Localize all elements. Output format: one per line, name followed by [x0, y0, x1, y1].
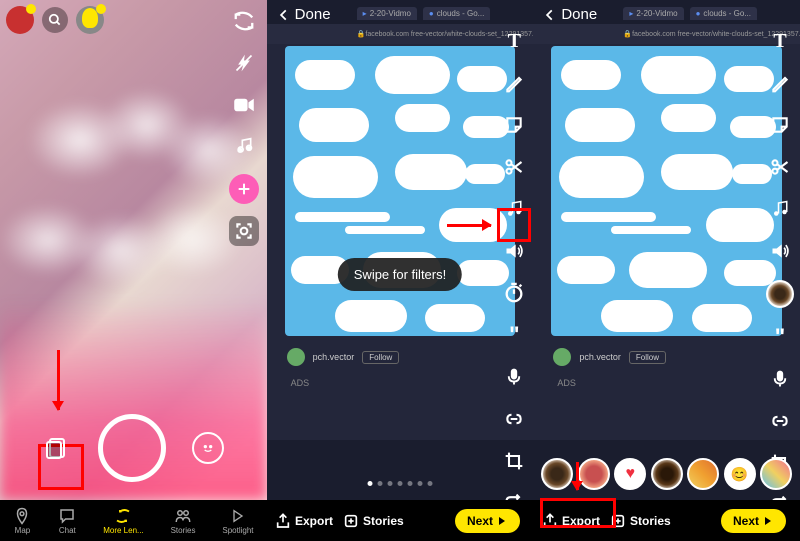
filter-option[interactable]: [651, 458, 683, 490]
browser-tab: ▸2-20-Vidmo: [623, 7, 683, 20]
url-bar: 🔒 facebook.com free-vector/white-clouds-…: [533, 24, 800, 44]
bottom-bar: Map Chat More Len... Stories Spotlight E…: [0, 500, 800, 541]
loop-tool-icon[interactable]: [501, 490, 527, 500]
flash-icon[interactable]: [229, 48, 259, 78]
stories-button[interactable]: Stories: [610, 513, 671, 529]
gallery-button[interactable]: [42, 433, 72, 463]
browser-tab: ▸2-20-Vidmo: [357, 7, 417, 20]
follow-button[interactable]: Follow: [362, 351, 399, 364]
link-tool-icon[interactable]: [767, 408, 793, 434]
crop-tool-icon[interactable]: [501, 448, 527, 474]
edit-screen-filters: ▸2-20-Vidmo ●clouds - Go... 🔒 facebook.c…: [267, 0, 534, 500]
page-dots: [368, 481, 433, 486]
ads-label: ADS: [557, 378, 576, 388]
video-icon[interactable]: [229, 90, 259, 120]
stories-button[interactable]: Stories: [343, 513, 404, 529]
shutter-button[interactable]: [98, 414, 166, 482]
quote-tool-icon[interactable]: ": [501, 322, 527, 348]
lens-scan-icon[interactable]: [229, 216, 259, 246]
music-icon[interactable]: [229, 132, 259, 162]
author-name: pch.vector: [579, 352, 621, 362]
filter-option[interactable]: [541, 458, 573, 490]
quote-tool-icon[interactable]: ": [767, 324, 793, 350]
author-avatar: [287, 348, 305, 366]
nav-map[interactable]: Map: [13, 507, 31, 535]
flip-camera-icon[interactable]: [229, 6, 259, 36]
export-button[interactable]: Export: [275, 513, 333, 529]
mic-tool-icon[interactable]: [501, 364, 527, 390]
swipe-filters-toast: Swipe for filters!: [338, 258, 462, 291]
filter-option[interactable]: [760, 458, 792, 490]
author-name: pch.vector: [313, 352, 355, 362]
follow-button[interactable]: Follow: [629, 351, 666, 364]
add-friend-avatar[interactable]: [76, 6, 104, 34]
browser-tab: ●clouds - Go...: [690, 7, 757, 20]
eye-filter-icon[interactable]: [766, 280, 794, 308]
next-button[interactable]: Next: [455, 509, 520, 533]
loop-tool-icon[interactable]: [767, 492, 793, 500]
next-button[interactable]: Next: [721, 509, 786, 533]
draw-tool-icon[interactable]: [501, 70, 527, 96]
draw-tool-icon[interactable]: [767, 70, 793, 96]
author-avatar: [553, 348, 571, 366]
add-icon[interactable]: [229, 174, 259, 204]
scissors-tool-icon[interactable]: [767, 154, 793, 180]
sticker-tool-icon[interactable]: [501, 112, 527, 138]
ads-label: ADS: [291, 378, 310, 388]
bottom-nav: Map Chat More Len... Stories Spotlight: [0, 500, 267, 541]
search-button[interactable]: [42, 7, 68, 33]
clouds-image: [285, 46, 516, 336]
nav-chat[interactable]: Chat: [58, 507, 76, 535]
camera-screen: [0, 0, 267, 500]
nav-stories[interactable]: Stories: [171, 507, 196, 535]
annotation-arrow-right: [447, 224, 491, 227]
text-tool-icon[interactable]: T: [501, 28, 527, 54]
link-tool-icon[interactable]: [501, 406, 527, 432]
browser-tab: ●clouds - Go...: [423, 7, 490, 20]
nav-spotlight[interactable]: Spotlight: [222, 507, 253, 535]
filter-option[interactable]: 😊: [724, 458, 756, 490]
clouds-image: [551, 46, 782, 336]
annotation-arrow-down: [57, 350, 60, 410]
text-tool-icon[interactable]: T: [767, 28, 793, 54]
profile-avatar[interactable]: [6, 6, 34, 34]
music-tool-icon[interactable]: [767, 196, 793, 222]
done-button[interactable]: Done: [277, 6, 331, 23]
filter-option[interactable]: ♥: [614, 458, 646, 490]
scissors-tool-icon[interactable]: [501, 154, 527, 180]
emoji-lens-button[interactable]: [192, 432, 224, 464]
nav-more-lenses[interactable]: More Len...: [103, 507, 143, 535]
edit-screen-export: ▸2-20-Vidmo ●clouds - Go... 🔒 facebook.c…: [533, 0, 800, 500]
annotation-highlight-timer: [497, 208, 531, 242]
annotation-highlight-export: [540, 498, 616, 528]
sticker-tool-icon[interactable]: [767, 112, 793, 138]
mic-tool-icon[interactable]: [767, 366, 793, 392]
filter-option[interactable]: [687, 458, 719, 490]
timer-tool-icon[interactable]: [501, 280, 527, 306]
sound-tool-icon[interactable]: [767, 238, 793, 264]
done-button[interactable]: Done: [543, 6, 597, 23]
annotation-arrow-down: [576, 462, 579, 490]
url-bar: 🔒 facebook.com free-vector/white-clouds-…: [267, 24, 534, 44]
